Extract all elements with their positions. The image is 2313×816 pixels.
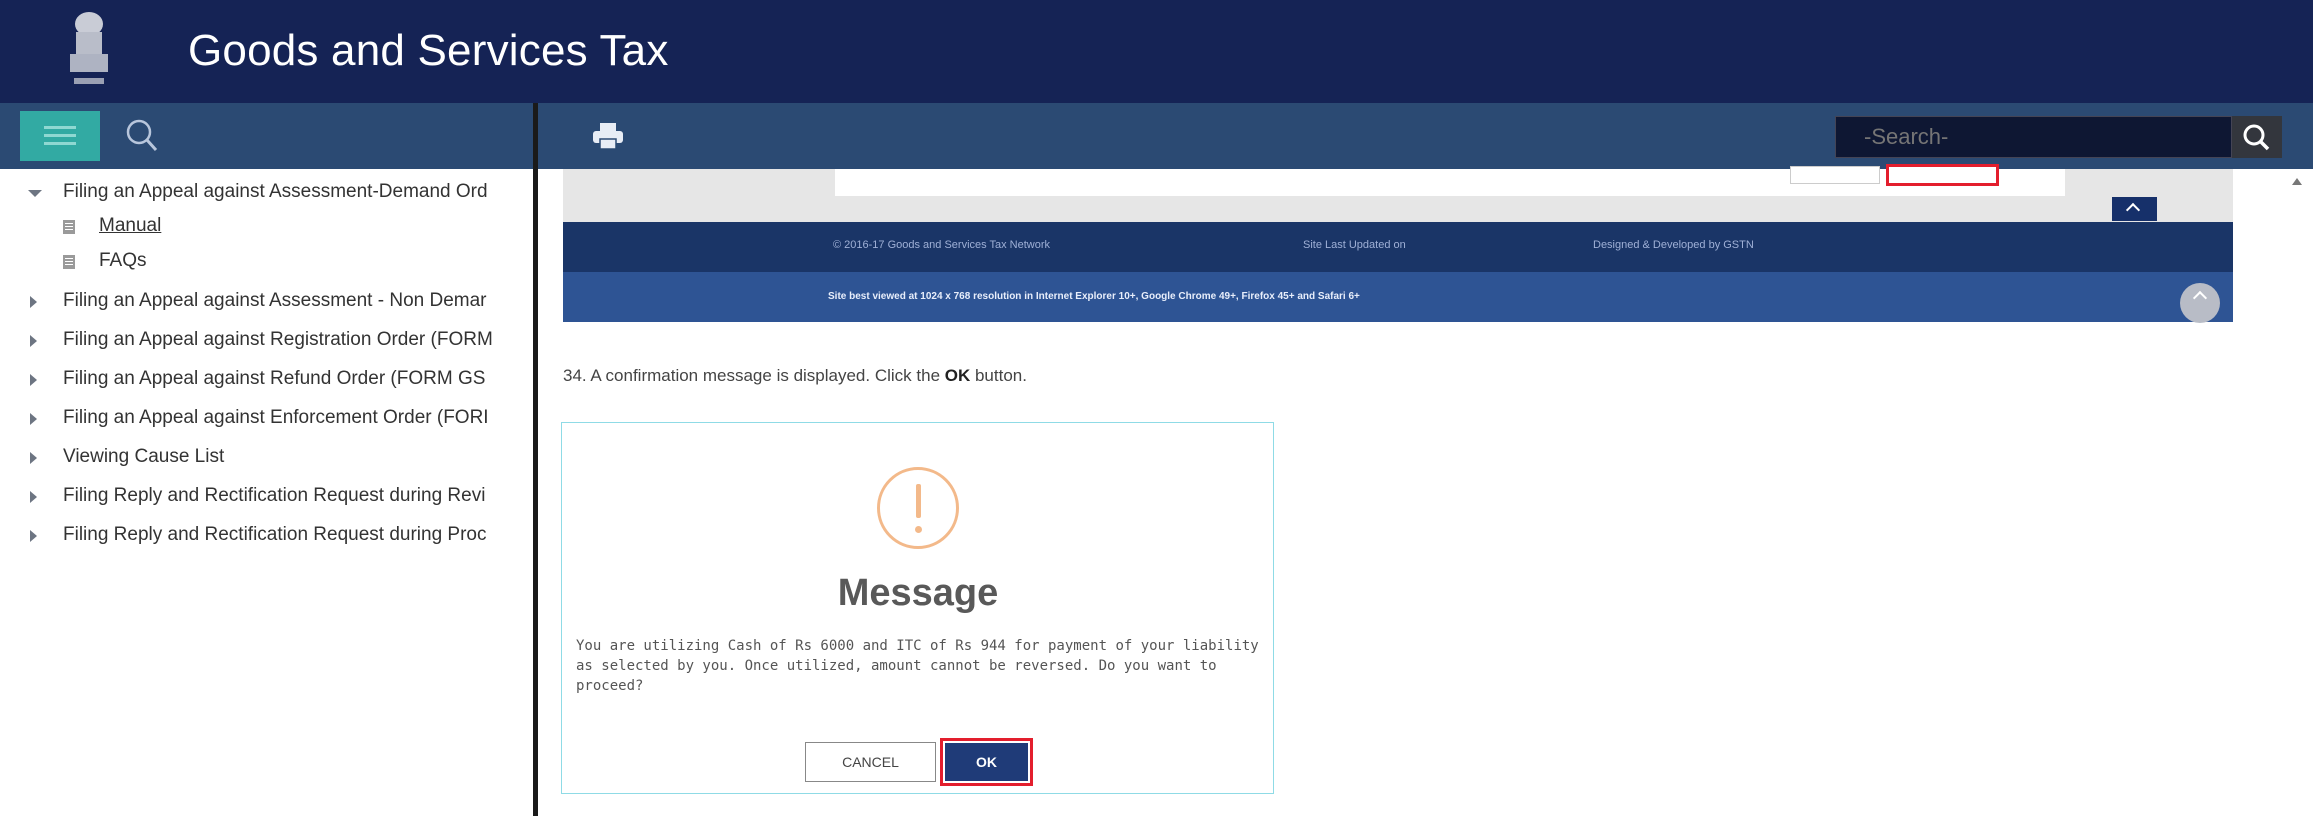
sidebar-item-assessment-demand[interactable]: Filing an Appeal against Assessment-Dema… [0, 176, 533, 210]
ok-button[interactable]: OK [945, 743, 1028, 781]
sidebar-item-faqs[interactable]: FAQs [0, 245, 533, 279]
scroll-up-arrow[interactable] [2292, 178, 2302, 185]
chevron-right-icon [30, 530, 37, 542]
search-input[interactable] [1836, 117, 2233, 157]
instruction-ok-bold: OK [944, 366, 971, 385]
toolbar [0, 103, 2313, 169]
sidebar-item-label: Filing Reply and Rectification Request d… [63, 524, 487, 545]
chevron-right-icon [30, 296, 37, 308]
footer-last-updated: Site Last Updated on [1303, 239, 1406, 251]
sidebar-item-label[interactable]: Manual [99, 215, 161, 237]
emblem-icon [60, 8, 118, 93]
sidebar-item-reply-proceedings[interactable]: Filing Reply and Rectification Request d… [0, 519, 533, 553]
screenshot-button [1790, 166, 1880, 184]
sidebar-item-label: Filing an Appeal against Registration Or… [63, 329, 493, 350]
instruction-text: 34. A confirmation message is displayed.… [563, 366, 945, 385]
instruction-suffix: button. [970, 366, 1027, 385]
document-icon [63, 220, 75, 234]
print-icon[interactable] [590, 121, 626, 151]
chevron-up-icon [2112, 197, 2157, 221]
sidebar-item-manual[interactable]: Manual [0, 210, 533, 244]
sidebar-nav: Filing an Appeal against Assessment-Dema… [0, 169, 533, 816]
step-instruction: 34. A confirmation message is displayed.… [563, 366, 1027, 386]
site-header: Goods and Services Tax [0, 0, 2313, 103]
footer-designed-by: Designed & Developed by GSTN [1593, 239, 1754, 251]
sidebar-item-reply-revision[interactable]: Filing Reply and Rectification Request d… [0, 480, 533, 514]
sidebar-item-enforcement-order[interactable]: Filing an Appeal against Enforcement Ord… [0, 402, 533, 436]
screenshot-highlighted-button [1886, 164, 1999, 186]
screenshot-panel [835, 169, 2065, 196]
sidebar-item-label: Viewing Cause List [63, 446, 225, 467]
chevron-right-icon [30, 413, 37, 425]
alert-icon-dot [915, 526, 922, 533]
footer-best-viewed: Site best viewed at 1024 x 768 resolutio… [828, 291, 1360, 302]
back-to-top-icon [2180, 283, 2220, 323]
sidebar-item-refund-order[interactable]: Filing an Appeal against Refund Order (F… [0, 363, 533, 397]
search-icon[interactable] [118, 113, 166, 159]
dialog-title: Message [837, 572, 999, 614]
alert-icon-bar [916, 484, 921, 518]
document-icon [63, 255, 75, 269]
hamburger-icon[interactable] [20, 111, 100, 161]
screenshot-footer-bottom: Site best viewed at 1024 x 768 resolutio… [563, 272, 2233, 322]
cancel-button[interactable]: CANCEL [805, 742, 936, 782]
chevron-right-icon [30, 335, 37, 347]
sidebar-item-registration-order[interactable]: Filing an Appeal against Registration Or… [0, 324, 533, 358]
footer-copyright: © 2016-17 Goods and Services Tax Network [833, 239, 1051, 251]
sidebar-item-label: Filing an Appeal against Assessment-Dema… [63, 181, 488, 202]
chevron-right-icon [30, 452, 37, 464]
sidebar-item-label: Filing Reply and Rectification Request d… [63, 485, 486, 506]
dialog-message: You are utilizing Cash of Rs 6000 and IT… [576, 638, 1259, 694]
sidebar-item-label: Filing an Appeal against Assessment - No… [63, 290, 487, 311]
sidebar-item-label: Filing an Appeal against Refund Order (F… [63, 368, 486, 389]
chevron-right-icon [30, 374, 37, 386]
chevron-down-icon [28, 190, 42, 197]
search-submit-icon[interactable] [2232, 116, 2282, 158]
chevron-right-icon [30, 491, 37, 503]
site-title: Goods and Services Tax [188, 26, 669, 75]
search-field[interactable] [1835, 116, 2233, 158]
sidebar-item-assessment-non-demand[interactable]: Filing an Appeal against Assessment - No… [0, 285, 533, 319]
sidebar-item-label: Filing an Appeal against Enforcement Ord… [63, 407, 489, 428]
sidebar-item-cause-list[interactable]: Viewing Cause List [0, 441, 533, 475]
screenshot-footer: © 2016-17 Goods and Services Tax Network… [563, 222, 2233, 272]
sidebar-item-label[interactable]: FAQs [99, 250, 147, 272]
app-window: Goods and Services Tax Filin [0, 0, 2313, 816]
